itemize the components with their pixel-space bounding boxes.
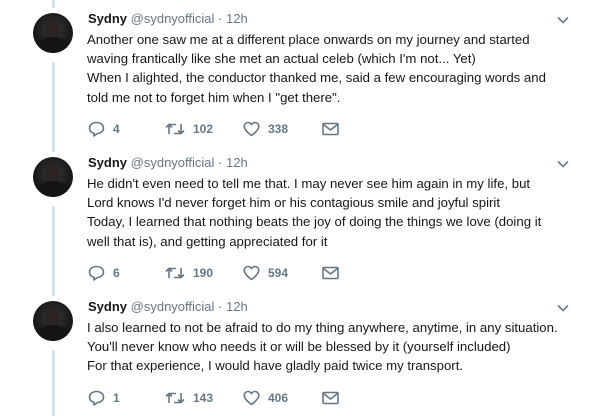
heart-icon <box>243 121 260 137</box>
message-button[interactable] <box>322 264 339 282</box>
like-count: 594 <box>268 266 289 280</box>
retweet-button[interactable]: 102 <box>165 120 213 138</box>
tweet-text: I also learned to not be afraid to do my… <box>87 318 587 376</box>
avatar[interactable] <box>33 13 73 53</box>
thread-line-2 <box>52 206 55 296</box>
tweet-header: Sydny @sydnyofficial · 12h <box>88 11 248 26</box>
user-name[interactable]: Sydny <box>88 299 127 314</box>
heart-icon <box>243 390 260 406</box>
message-button[interactable] <box>322 389 339 407</box>
like-count: 338 <box>268 122 289 136</box>
user-name[interactable]: Sydny <box>88 155 127 170</box>
reply-icon <box>88 390 105 406</box>
tweet-text-line: You'll never know who needs it or will b… <box>87 339 511 355</box>
separator: · <box>218 11 223 26</box>
timestamp[interactable]: 12h <box>226 11 248 26</box>
timestamp[interactable]: 12h <box>226 299 248 314</box>
like-button[interactable]: 594 <box>243 264 288 282</box>
tweet-text-line: For that experience, I would have gladly… <box>87 358 464 374</box>
separator: · <box>218 155 223 170</box>
message-button[interactable] <box>322 120 339 138</box>
chevron-down-icon[interactable] <box>556 157 570 171</box>
retweet-icon <box>165 392 185 404</box>
chevron-down-icon[interactable] <box>556 13 570 27</box>
reply-button[interactable]: 4 <box>88 120 120 138</box>
tweet-text: Another one saw me at a different place … <box>87 30 587 107</box>
retweet-button[interactable]: 190 <box>165 264 213 282</box>
heart-icon <box>243 265 260 281</box>
envelope-icon <box>322 391 339 405</box>
tweet-text-line: Another one saw me at a different place … <box>87 32 530 47</box>
retweet-count: 190 <box>193 266 214 280</box>
reply-button[interactable]: 1 <box>88 389 120 407</box>
tweet-text-line: Today, I learned that nothing beats the … <box>87 214 542 230</box>
tweet-header: Sydny @sydnyofficial · 12h <box>88 299 248 314</box>
envelope-icon <box>322 122 339 136</box>
tweet-text-line: waving frantically like she met an actua… <box>87 51 476 67</box>
thread-line-1 <box>52 62 55 152</box>
tweet-text-line: well that is), and getting appreciated f… <box>87 233 328 249</box>
like-button[interactable]: 406 <box>243 389 288 407</box>
thread-line-top <box>52 0 55 8</box>
separator: · <box>218 299 223 314</box>
retweet-icon <box>165 123 185 135</box>
retweet-button[interactable]: 143 <box>165 389 213 407</box>
retweet-count: 102 <box>193 122 214 136</box>
tweet-text-line: Lord knows I'd never forget him or his c… <box>87 195 500 211</box>
user-handle[interactable]: @sydnyofficial <box>131 299 215 314</box>
reply-count: 6 <box>113 266 120 280</box>
reply-button[interactable]: 6 <box>88 264 120 282</box>
reply-icon <box>88 265 105 281</box>
tweet-text-line: He didn't even need to tell me that. I m… <box>87 176 531 191</box>
retweet-count: 143 <box>193 391 214 405</box>
reply-count: 4 <box>113 122 120 136</box>
timestamp[interactable]: 12h <box>226 155 248 170</box>
chevron-down-icon[interactable] <box>556 301 570 315</box>
user-handle[interactable]: @sydnyofficial <box>131 11 215 26</box>
avatar[interactable] <box>33 301 73 341</box>
envelope-icon <box>322 266 339 280</box>
user-handle[interactable]: @sydnyofficial <box>131 155 215 170</box>
tweet-text-line: When I alighted, the conductor thanked m… <box>87 70 546 86</box>
tweet-text: He didn't even need to tell me that. I m… <box>87 174 587 251</box>
retweet-icon <box>165 267 185 279</box>
tweet-text-line: I also learned to not be afraid to do my… <box>87 320 558 335</box>
like-button[interactable]: 338 <box>243 120 288 138</box>
thread-line-3 <box>52 350 55 416</box>
tweet-header: Sydny @sydnyofficial · 12h <box>88 155 248 170</box>
user-name[interactable]: Sydny <box>88 11 127 26</box>
tweet-text-line: told me not to forget him when I "get th… <box>87 89 341 105</box>
avatar[interactable] <box>33 157 73 197</box>
like-count: 406 <box>268 391 289 405</box>
reply-icon <box>88 121 105 137</box>
reply-count: 1 <box>113 391 120 405</box>
